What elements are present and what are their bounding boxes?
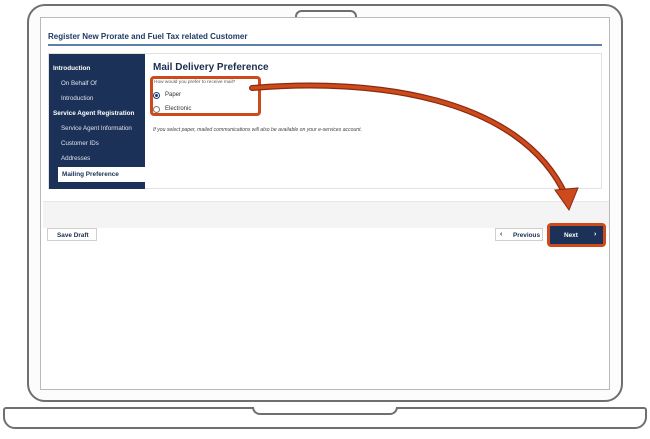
save-draft-button[interactable]: Save Draft: [47, 228, 97, 241]
previous-button[interactable]: ‹ Previous: [495, 228, 543, 241]
chevron-left-icon: ‹: [500, 231, 503, 238]
previous-button-label: Previous: [513, 232, 540, 239]
wizard-card: Introduction On Behalf Of Introduction S…: [48, 53, 602, 189]
sidebar-item-addresses[interactable]: Addresses: [61, 155, 143, 162]
next-button[interactable]: Next ›: [550, 226, 603, 244]
wizard-sidebar: Introduction On Behalf Of Introduction S…: [49, 54, 145, 189]
sidebar-section-introduction[interactable]: Introduction: [53, 65, 90, 72]
callout-highlight-options: [150, 76, 261, 116]
sidebar-item-mailing-preference[interactable]: Mailing Preference: [58, 167, 145, 182]
section-title: Mail Delivery Preference: [153, 62, 269, 73]
sidebar-item-service-agent-information[interactable]: Service Agent Information: [61, 125, 143, 132]
sidebar-item-introduction[interactable]: Introduction: [61, 95, 143, 102]
sidebar-item-customer-ids[interactable]: Customer IDs: [61, 140, 143, 147]
laptop-hinge: [252, 407, 398, 415]
sidebar-section-service-agent-registration[interactable]: Service Agent Registration: [53, 110, 144, 117]
next-button-label: Next: [564, 232, 578, 239]
page-header-title: Register New Prorate and Fuel Tax relate…: [48, 32, 248, 41]
wizard-footer: [43, 201, 609, 228]
chevron-right-icon: ›: [594, 231, 597, 238]
sidebar-item-label: Mailing Preference: [62, 171, 119, 178]
header-divider: [48, 44, 602, 46]
sidebar-item-on-behalf-of[interactable]: On Behalf Of: [61, 80, 143, 87]
paper-mail-note: If you select paper, mailed communicatio…: [153, 127, 362, 133]
screen: Register New Prorate and Fuel Tax relate…: [40, 17, 610, 390]
